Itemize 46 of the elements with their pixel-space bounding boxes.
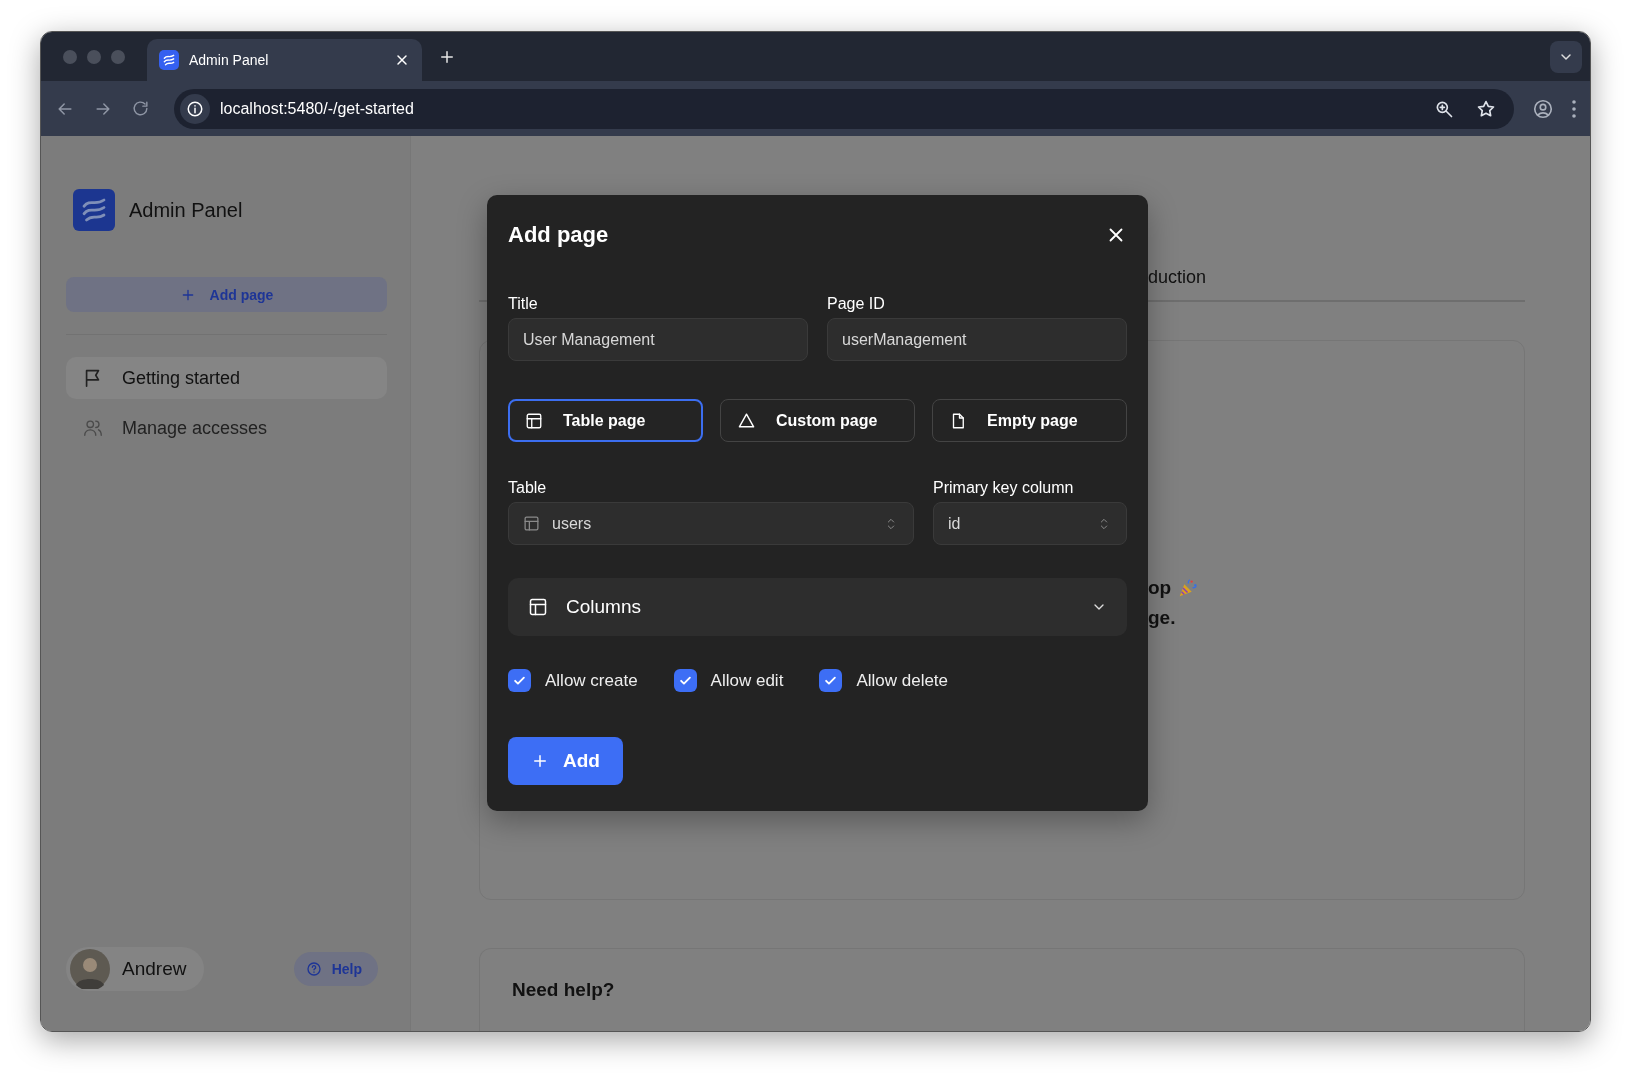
field-label: Title — [508, 295, 539, 313]
checkbox[interactable] — [673, 669, 697, 692]
avatar-icon — [70, 949, 110, 989]
user-chip[interactable]: Andrew — [66, 947, 205, 991]
tab[interactable]: duction — [1148, 266, 1207, 287]
address-bar[interactable]: localhost:5480/-/get-started — [174, 88, 1514, 129]
profile-icon — [1532, 97, 1554, 120]
checkbox-label: Allow delete — [856, 670, 949, 691]
page-type-option[interactable]: Custom page — [720, 399, 915, 442]
text-field[interactable]: User Management — [508, 318, 808, 361]
info-icon — [186, 99, 204, 118]
users-icon — [82, 417, 104, 439]
app-logo-icon — [73, 189, 115, 231]
checkbox[interactable] — [819, 669, 843, 692]
field-label: Page ID — [827, 295, 886, 313]
checkbox-label: Allow edit — [710, 670, 784, 691]
browser-tab[interactable]: Admin Panel — [147, 39, 422, 81]
columns-accordion[interactable]: Columns — [508, 578, 1127, 636]
dialog-title: Add page — [508, 222, 609, 248]
field-label: Primary key column — [933, 479, 1075, 497]
sidebar-item[interactable]: Getting started — [66, 357, 387, 399]
checkbox[interactable] — [508, 669, 531, 692]
sidebar-item[interactable]: Manage accesses — [66, 407, 387, 449]
table-icon — [528, 597, 548, 617]
star-icon — [1476, 98, 1496, 119]
party-popper-icon — [1177, 576, 1200, 599]
app-name: Admin Panel — [129, 198, 243, 222]
add-button[interactable]: Add — [508, 737, 623, 785]
help-icon — [305, 961, 322, 977]
table-icon — [525, 411, 543, 430]
reload-icon — [131, 99, 150, 118]
card-text: ge. — [1148, 606, 1176, 629]
checkbox-label: Allow create — [545, 670, 638, 691]
close-icon — [394, 52, 410, 68]
field-label: Table — [508, 479, 548, 497]
page-type-option[interactable]: Empty page — [932, 399, 1127, 442]
card-title: Need help? — [512, 979, 615, 1000]
page-type-option[interactable]: Table page — [508, 399, 703, 442]
app-logo-icon — [159, 50, 179, 70]
text-field[interactable]: userManagement — [827, 318, 1127, 361]
card-text: op — [1148, 576, 1172, 599]
select-field[interactable]: id — [933, 502, 1127, 545]
menu-icon — [1572, 99, 1576, 118]
table-icon — [523, 515, 540, 532]
select-field[interactable]: users — [508, 502, 914, 545]
triangle-icon — [737, 411, 756, 430]
